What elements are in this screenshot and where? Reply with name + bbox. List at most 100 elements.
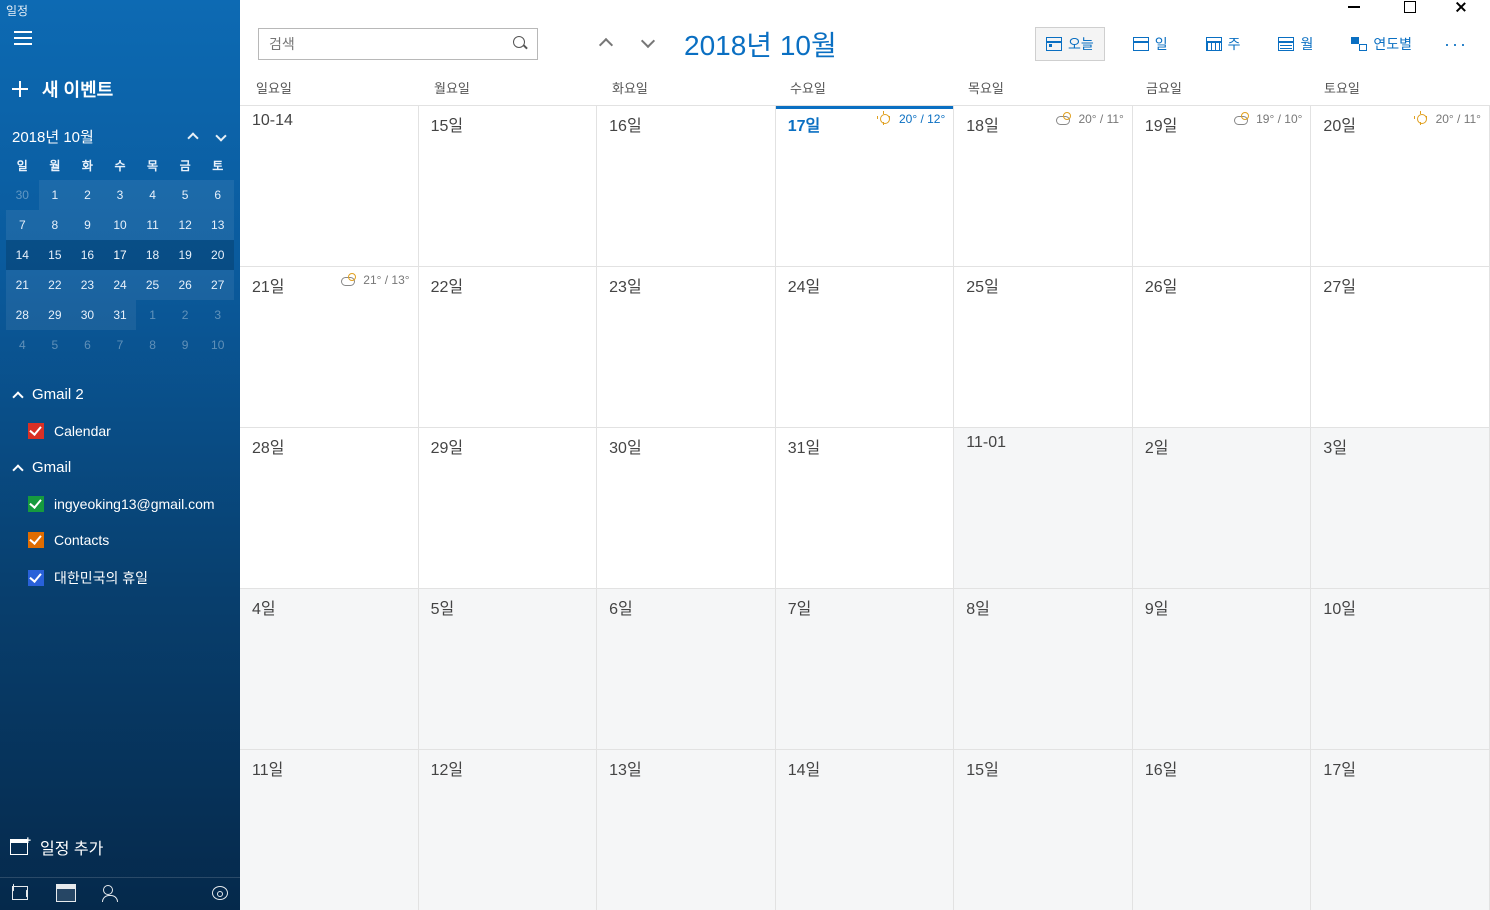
mini-day-cell[interactable]: 10 <box>201 330 234 360</box>
mini-day-cell[interactable]: 5 <box>39 330 72 360</box>
day-cell[interactable]: 10-14 <box>240 105 419 266</box>
day-cell[interactable]: 18일20° / 11° <box>954 105 1133 266</box>
settings-icon[interactable] <box>210 884 230 902</box>
day-cell[interactable]: 4일 <box>240 588 419 749</box>
view-today-button[interactable]: 오늘 <box>1035 27 1105 61</box>
mini-day-cell[interactable]: 21 <box>6 270 39 300</box>
mini-day-cell[interactable]: 16 <box>71 240 104 270</box>
calendar-checkbox[interactable] <box>28 532 44 548</box>
day-cell[interactable]: 7일 <box>776 588 955 749</box>
more-menu-button[interactable]: ··· <box>1440 34 1472 55</box>
day-cell[interactable]: 26일 <box>1133 266 1312 427</box>
mini-day-cell[interactable]: 30 <box>6 180 39 210</box>
day-cell[interactable]: 10일 <box>1311 588 1490 749</box>
mini-day-cell[interactable]: 18 <box>136 240 169 270</box>
day-cell[interactable]: 21일21° / 13° <box>240 266 419 427</box>
mini-day-cell[interactable]: 13 <box>201 210 234 240</box>
mini-day-cell[interactable]: 3 <box>104 180 137 210</box>
mini-day-cell[interactable]: 24 <box>104 270 137 300</box>
mini-day-cell[interactable]: 4 <box>136 180 169 210</box>
search-icon[interactable] <box>513 36 529 52</box>
mini-next-month-icon[interactable] <box>214 132 228 142</box>
day-cell[interactable]: 15일 <box>419 105 598 266</box>
mini-day-cell[interactable]: 2 <box>169 300 202 330</box>
prev-period-button[interactable] <box>594 32 618 56</box>
day-cell[interactable]: 5일 <box>419 588 598 749</box>
calendar-list-item[interactable]: 대한민국의 휴일 <box>10 558 230 598</box>
next-period-button[interactable] <box>636 32 660 56</box>
new-event-button[interactable]: 새 이벤트 <box>0 62 240 120</box>
mini-day-cell[interactable]: 14 <box>6 240 39 270</box>
mini-day-cell[interactable]: 20 <box>201 240 234 270</box>
day-cell[interactable]: 11-01 <box>954 427 1133 588</box>
calendar-checkbox[interactable] <box>28 423 44 439</box>
day-cell[interactable]: 28일 <box>240 427 419 588</box>
day-cell[interactable]: 19일19° / 10° <box>1133 105 1312 266</box>
hamburger-button[interactable] <box>0 21 240 62</box>
mini-day-cell[interactable]: 25 <box>136 270 169 300</box>
mini-day-cell[interactable]: 5 <box>169 180 202 210</box>
day-cell[interactable]: 23일 <box>597 266 776 427</box>
mini-day-cell[interactable]: 8 <box>136 330 169 360</box>
mini-day-cell[interactable]: 6 <box>71 330 104 360</box>
day-cell[interactable]: 31일 <box>776 427 955 588</box>
mini-day-cell[interactable]: 23 <box>71 270 104 300</box>
day-cell[interactable]: 27일 <box>1311 266 1490 427</box>
mini-day-cell[interactable]: 1 <box>136 300 169 330</box>
mini-day-cell[interactable]: 19 <box>169 240 202 270</box>
day-cell[interactable]: 2일 <box>1133 427 1312 588</box>
mini-day-cell[interactable]: 17 <box>104 240 137 270</box>
view-year-button[interactable]: 연도별 <box>1341 28 1422 60</box>
mini-day-cell[interactable]: 11 <box>136 210 169 240</box>
day-cell[interactable]: 15일 <box>954 749 1133 910</box>
view-day-button[interactable]: 일 <box>1123 28 1178 60</box>
account-header[interactable]: Gmail 2 <box>10 376 230 413</box>
calendar-checkbox[interactable] <box>28 496 44 512</box>
window-minimize-button[interactable] <box>1340 0 1368 14</box>
mini-day-cell[interactable]: 15 <box>39 240 72 270</box>
view-week-button[interactable]: 주 <box>1196 28 1251 60</box>
mini-day-cell[interactable]: 2 <box>71 180 104 210</box>
calendar-list-item[interactable]: Calendar <box>10 413 230 449</box>
mini-day-cell[interactable]: 6 <box>201 180 234 210</box>
day-cell[interactable]: 22일 <box>419 266 598 427</box>
add-calendar-button[interactable]: 일정 추가 <box>0 821 240 877</box>
mini-day-cell[interactable]: 29 <box>39 300 72 330</box>
search-box[interactable] <box>258 28 538 60</box>
day-cell[interactable]: 8일 <box>954 588 1133 749</box>
day-cell[interactable]: 25일 <box>954 266 1133 427</box>
mini-day-cell[interactable]: 9 <box>71 210 104 240</box>
day-cell[interactable]: 16일 <box>1133 749 1312 910</box>
window-close-button[interactable] <box>1452 0 1480 14</box>
mini-day-cell[interactable]: 26 <box>169 270 202 300</box>
day-cell[interactable]: 17일 <box>1311 749 1490 910</box>
calendar-checkbox[interactable] <box>28 570 44 586</box>
window-maximize-button[interactable] <box>1396 0 1424 14</box>
mini-day-cell[interactable]: 9 <box>169 330 202 360</box>
mini-day-cell[interactable]: 3 <box>201 300 234 330</box>
day-cell[interactable]: 6일 <box>597 588 776 749</box>
calendar-list-item[interactable]: ingyeoking13@gmail.com <box>10 486 230 522</box>
day-cell[interactable]: 17일20° / 12° <box>776 105 955 266</box>
day-cell[interactable]: 13일 <box>597 749 776 910</box>
mini-day-cell[interactable]: 1 <box>39 180 72 210</box>
mini-day-cell[interactable]: 7 <box>6 210 39 240</box>
account-header[interactable]: Gmail <box>10 449 230 486</box>
mail-icon[interactable] <box>10 884 30 902</box>
search-input[interactable] <box>269 36 513 52</box>
day-cell[interactable]: 24일 <box>776 266 955 427</box>
people-icon[interactable] <box>102 884 122 902</box>
mini-prev-month-icon[interactable] <box>186 132 200 142</box>
mini-day-cell[interactable]: 7 <box>104 330 137 360</box>
calendar-list-item[interactable]: Contacts <box>10 522 230 558</box>
mini-day-cell[interactable]: 30 <box>71 300 104 330</box>
mini-day-cell[interactable]: 31 <box>104 300 137 330</box>
day-cell[interactable]: 12일 <box>419 749 598 910</box>
day-cell[interactable]: 11일 <box>240 749 419 910</box>
day-cell[interactable]: 20일20° / 11° <box>1311 105 1490 266</box>
day-cell[interactable]: 14일 <box>776 749 955 910</box>
mini-day-cell[interactable]: 12 <box>169 210 202 240</box>
view-month-button[interactable]: 월 <box>1268 28 1323 60</box>
day-cell[interactable]: 16일 <box>597 105 776 266</box>
mini-day-cell[interactable]: 10 <box>104 210 137 240</box>
